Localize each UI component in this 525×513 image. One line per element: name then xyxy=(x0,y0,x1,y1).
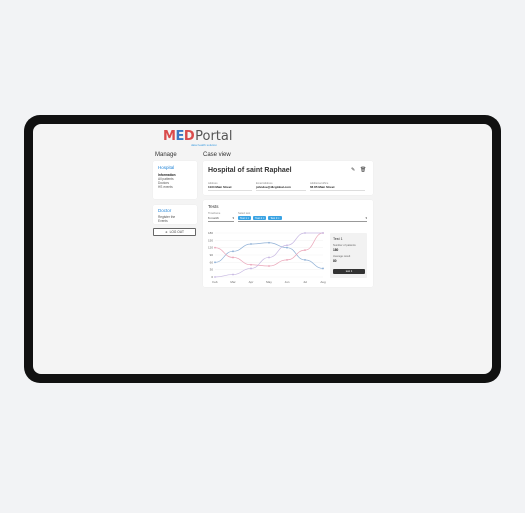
y-tick-label: 0 xyxy=(211,275,213,279)
y-tick-label: 120 xyxy=(208,246,213,250)
sidebar-title: Manage xyxy=(155,152,177,158)
data-point xyxy=(232,250,234,253)
hospital-name: Hospital of saint Raphael xyxy=(208,167,292,174)
menu-item-events[interactable]: Events xyxy=(158,219,168,223)
page-title: Case view xyxy=(203,152,231,158)
x-tick-label: Jun xyxy=(285,280,290,284)
test-multiselect[interactable]: Test 1 × Test 2 × Test 3 × ▾ xyxy=(238,215,367,222)
y-tick-label: 30 xyxy=(210,268,214,272)
delete-icon[interactable]: 🗑 xyxy=(360,168,366,173)
logout-button[interactable]: ➜ LOG OUT xyxy=(153,228,196,236)
y-tick-label: 180 xyxy=(208,231,213,235)
series-line-2 xyxy=(214,232,324,267)
medportal-logo: MED Portal xyxy=(163,129,233,144)
tablet-frame: MED Portal data health solution Manage Ca… xyxy=(24,115,501,383)
x-tick-label: Mar xyxy=(230,280,235,284)
logout-icon: ➜ xyxy=(164,230,168,234)
edit-icon[interactable]: ✎ xyxy=(351,168,355,173)
x-tick-label: Aug xyxy=(320,280,326,284)
data-point xyxy=(304,258,306,261)
menu-heading-hospital[interactable]: Hospital xyxy=(158,165,174,170)
data-point xyxy=(304,249,306,252)
data-point xyxy=(286,258,288,261)
chip-test-1[interactable]: Test 1 × xyxy=(238,215,252,221)
menu-heading-doctor[interactable]: Doctor xyxy=(158,208,171,213)
office-value: 66 85 Main Street xyxy=(310,185,335,189)
data-point xyxy=(214,276,216,278)
chip-test-3[interactable]: Test 3 × xyxy=(268,215,282,221)
doctor-menu-card: Doctor Register the Events xyxy=(153,205,197,224)
series-line-1 xyxy=(214,242,324,269)
data-point xyxy=(232,256,234,259)
data-point xyxy=(286,244,288,247)
data-point xyxy=(214,261,216,264)
timeframe-select[interactable]: 6 month ▾ xyxy=(208,215,234,222)
app-screen: MED Portal data health solution Manage Ca… xyxy=(33,124,492,374)
y-tick-label: 150 xyxy=(208,238,213,242)
data-point xyxy=(232,273,234,276)
data-point xyxy=(268,241,270,244)
data-point xyxy=(286,246,288,249)
x-tick-label: Apr xyxy=(249,280,254,284)
address-value: 1134 Main Street xyxy=(208,185,232,189)
data-point xyxy=(322,232,324,234)
test-1-button[interactable]: test 1 xyxy=(333,269,365,274)
chevron-down-icon: ▾ xyxy=(232,216,234,220)
data-point xyxy=(214,246,216,249)
data-point xyxy=(268,256,270,259)
hospital-info-card: Hospital of saint Raphael ✎ 🗑 Address 11… xyxy=(203,161,373,195)
summary-title: Test 1 xyxy=(333,237,343,241)
x-tick-label: May xyxy=(266,280,272,284)
tests-line-chart: 0 30 60 90 120 150 180 Feb Mar Apr May Jun Jul Aug xyxy=(208,231,326,284)
menu-item-hs-events[interactable]: HS events xyxy=(158,185,173,189)
data-point xyxy=(250,263,252,266)
chip-test-2[interactable]: Test 2 × xyxy=(253,215,267,221)
x-tick-label: Jul xyxy=(303,280,307,284)
y-tick-label: 90 xyxy=(210,253,214,257)
x-tick-label: Feb xyxy=(212,280,218,284)
data-point xyxy=(268,265,270,267)
email-value: johndoe@dlcglobal.com xyxy=(256,185,291,189)
hospital-menu-card: Hospital Information All patients Doctor… xyxy=(153,161,197,199)
average-value: 80 xyxy=(333,258,337,263)
y-tick-label: 60 xyxy=(210,260,214,264)
data-point xyxy=(322,267,324,270)
data-point xyxy=(250,267,252,270)
chevron-down-icon: ▾ xyxy=(365,216,367,220)
tests-card: Tests Timeframe 6 month ▾ Select test Te… xyxy=(203,200,373,287)
logo-tagline: data health solution xyxy=(191,143,218,147)
data-point xyxy=(304,232,306,234)
test-summary-box: Test 1 Number of patients 180 Average re… xyxy=(330,233,367,278)
data-point xyxy=(250,243,252,245)
patients-value: 180 xyxy=(333,247,339,252)
tests-heading: Tests xyxy=(208,204,219,209)
